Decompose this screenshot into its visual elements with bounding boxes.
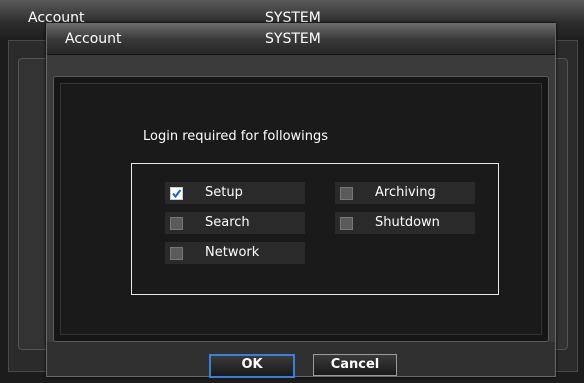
dialog-title-bar: Account SYSTEM bbox=[47, 24, 555, 55]
option-network[interactable]: Network bbox=[165, 242, 305, 264]
checkmark-icon bbox=[172, 189, 182, 199]
network-label: Network bbox=[205, 245, 260, 260]
network-checkbox[interactable] bbox=[170, 247, 183, 260]
setup-label: Setup bbox=[205, 185, 243, 200]
search-checkbox[interactable] bbox=[170, 217, 183, 230]
option-shutdown[interactable]: Shutdown bbox=[335, 212, 475, 234]
login-settings-inner: Login required for followings Setup Sear… bbox=[60, 83, 542, 335]
login-options-box: Setup Search Network Archiving Shutdown bbox=[131, 163, 499, 295]
dialog-title-system: SYSTEM bbox=[265, 31, 321, 47]
search-label: Search bbox=[205, 215, 250, 230]
setup-checkbox[interactable] bbox=[170, 187, 183, 200]
dialog-title-account: Account bbox=[65, 31, 122, 47]
cancel-button[interactable]: Cancel bbox=[313, 354, 397, 376]
dialog-footer: OK Cancel bbox=[47, 342, 555, 378]
option-archiving[interactable]: Archiving bbox=[335, 182, 475, 204]
archiving-checkbox[interactable] bbox=[340, 187, 353, 200]
shutdown-checkbox[interactable] bbox=[340, 217, 353, 230]
archiving-label: Archiving bbox=[375, 185, 436, 200]
login-settings-panel: Login required for followings Setup Sear… bbox=[53, 76, 549, 342]
ok-button[interactable]: OK bbox=[209, 354, 295, 378]
shutdown-label: Shutdown bbox=[375, 215, 440, 230]
option-search[interactable]: Search bbox=[165, 212, 305, 234]
option-setup[interactable]: Setup bbox=[165, 182, 305, 204]
login-required-label: Login required for followings bbox=[143, 129, 329, 144]
account-dialog: Account SYSTEM Login required for follow… bbox=[46, 23, 556, 378]
